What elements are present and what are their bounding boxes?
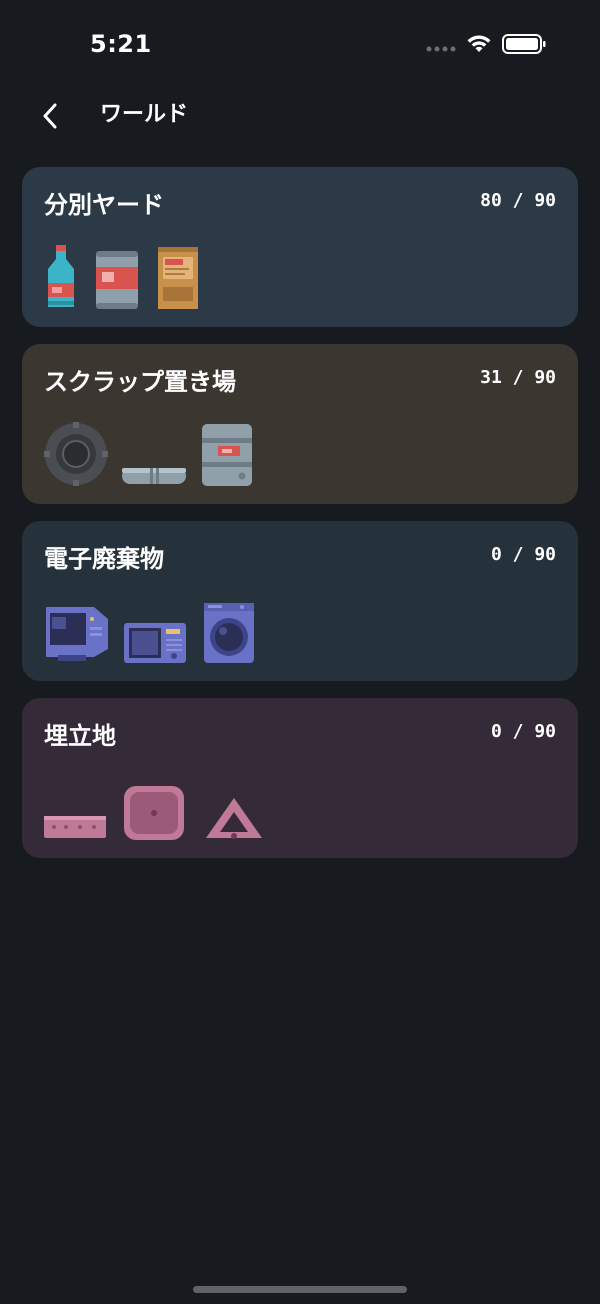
plank-icon	[44, 816, 106, 838]
plastic-tray-icon	[124, 786, 184, 840]
cardboard-box-icon	[158, 247, 198, 309]
metal-pipe-icon	[122, 468, 186, 484]
world-card-scrap-yard[interactable]: スクラップ置き場 31 / 90	[22, 344, 578, 504]
world-card-progress: 0 / 90	[490, 544, 556, 565]
battery-icon	[502, 34, 546, 54]
world-card-items	[42, 593, 442, 663]
world-card-sorting-yard[interactable]: 分別ヤード 80 / 90	[22, 167, 578, 327]
world-card-progress: 31 / 90	[480, 367, 556, 388]
washing-machine-icon	[204, 603, 254, 663]
bottle-icon	[48, 245, 74, 307]
microwave-icon	[124, 623, 186, 663]
crt-monitor-icon	[46, 607, 108, 661]
world-card-e-waste[interactable]: 電子廃棄物 0 / 90	[22, 521, 578, 681]
world-card-landfill[interactable]: 埋立地 0 / 90	[22, 698, 578, 858]
home-indicator[interactable]	[193, 1286, 407, 1293]
page-title: ワールド	[100, 102, 189, 127]
world-card-items	[42, 770, 442, 840]
world-card-title: 電子廃棄物	[44, 545, 164, 573]
world-card-progress: 0 / 90	[490, 721, 556, 742]
world-card-items	[42, 416, 442, 486]
world-card-items	[42, 239, 442, 309]
oil-drum-icon	[202, 424, 252, 486]
can-icon	[96, 251, 138, 309]
back-button[interactable]	[30, 100, 70, 132]
world-card-title: スクラップ置き場	[44, 368, 236, 396]
wifi-icon	[467, 35, 491, 52]
world-list: 分別ヤード 80 / 90 スクラップ置き場 31 / 90 電子廃棄物 0 /…	[22, 167, 578, 875]
chevron-left-icon	[43, 103, 57, 129]
tire-icon	[44, 422, 108, 486]
status-time: 5:21	[90, 30, 152, 58]
world-card-title: 埋立地	[44, 722, 116, 750]
status-bar: 5:21	[0, 0, 600, 90]
warning-triangle-icon	[206, 798, 262, 839]
world-card-title: 分別ヤード	[44, 191, 164, 219]
cellular-signal-icon	[426, 46, 456, 52]
world-card-progress: 80 / 90	[480, 190, 556, 211]
nav-header: ワールド	[0, 90, 600, 140]
